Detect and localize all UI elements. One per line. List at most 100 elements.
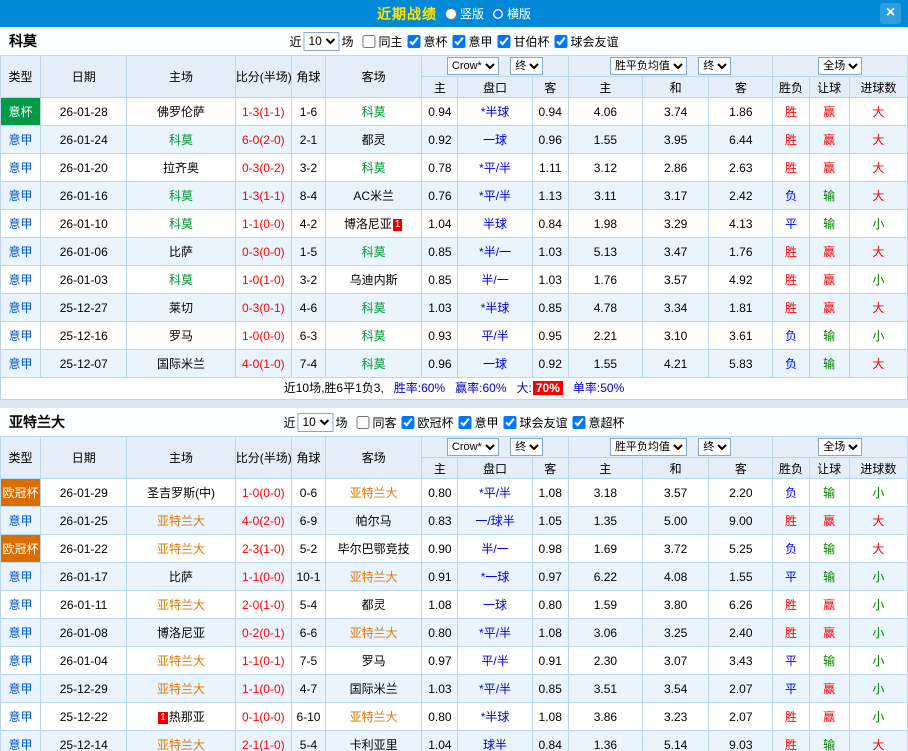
- atalanta-section: 亚特兰大 近 10 场 同客 欧冠杯 意甲 球会友谊 意超杯 类型 日期 主场 比分(半…: [0, 408, 908, 751]
- corners: 6-6: [290, 618, 327, 647]
- filter-option[interactable]: 欧冠杯: [401, 414, 454, 431]
- filter-label: 欧冠杯: [417, 415, 454, 430]
- corners: 1-5: [290, 237, 327, 266]
- handicap-final-select[interactable]: 终: [510, 57, 544, 75]
- corners: 2-1: [290, 125, 327, 154]
- handicap-final-select[interactable]: 终: [510, 438, 544, 456]
- filter-checkbox[interactable]: [401, 415, 415, 429]
- corners: 5-4: [290, 730, 327, 751]
- filter-option[interactable]: 甘伯杯: [497, 33, 550, 50]
- match-row: 意甲 26-01-25 亚特兰大 4-0(2-0) 6-9 帕尔马 0.83 一/球半 1.05…: [0, 506, 908, 535]
- result-handicap: 输: [808, 321, 850, 350]
- away-handicap-odds: 1.03: [531, 237, 569, 266]
- euro-draw-odds: 3.74: [642, 97, 710, 126]
- euro-away-odds: 1.86: [708, 97, 774, 126]
- filter-option[interactable]: 意超杯: [572, 414, 625, 431]
- away-team: 亚特兰大: [325, 478, 423, 507]
- result-goals: 小: [848, 209, 908, 238]
- euro-home-odds: 1.36: [567, 730, 644, 751]
- corners: 0-6: [290, 478, 327, 507]
- score: 0-1(0-0): [234, 702, 292, 731]
- handicap-line: 平/半: [457, 321, 533, 350]
- filter-option[interactable]: 同客: [356, 414, 396, 431]
- home-handicap-odds: 0.90: [421, 534, 459, 563]
- filter-checkbox[interactable]: [497, 34, 511, 48]
- euro-draw-odds: 3.34: [642, 293, 710, 322]
- fulltime-group: 全场: [772, 55, 908, 77]
- layout-option-vertical[interactable]: 竖版: [444, 5, 484, 22]
- euro-away-odds: 1.81: [708, 293, 774, 322]
- vertical-layout-radio[interactable]: [444, 7, 457, 20]
- avg-final-select[interactable]: 终: [698, 438, 732, 456]
- league-type: 意甲: [0, 181, 42, 210]
- filter-option[interactable]: 同主: [362, 33, 402, 50]
- score: 1-1(0-0): [234, 562, 292, 591]
- col-handicap: 盘口: [457, 457, 533, 479]
- horizontal-layout-radio[interactable]: [492, 7, 504, 20]
- euro-away-odds: 2.20: [708, 478, 774, 507]
- bookmaker-select[interactable]: Crow*: [446, 57, 499, 75]
- home-team: 国际米兰: [126, 349, 236, 378]
- result-handicap: 输: [808, 534, 850, 563]
- filter-checkbox[interactable]: [362, 34, 376, 48]
- filter-checkbox[interactable]: [503, 415, 517, 429]
- match-count-select[interactable]: 10: [297, 412, 334, 432]
- filter-option[interactable]: 意杯: [407, 33, 448, 50]
- bookmaker-select[interactable]: Crow*: [446, 438, 499, 456]
- match-date: 26-01-08: [40, 618, 128, 647]
- fulltime-scope-select[interactable]: 全场: [818, 57, 863, 75]
- filter-option[interactable]: 球会友谊: [503, 414, 568, 431]
- away-team: 亚特兰大: [325, 702, 423, 731]
- filter-option[interactable]: 意甲: [458, 414, 499, 431]
- col-away: 客场: [325, 436, 423, 479]
- filter-option[interactable]: 球会友谊: [554, 33, 619, 50]
- away-team: 科莫: [325, 97, 423, 126]
- filter-checkbox[interactable]: [572, 415, 586, 429]
- away-handicap-odds: 0.84: [531, 209, 569, 238]
- result-goals: 大: [848, 506, 908, 535]
- fulltime-scope-select[interactable]: 全场: [818, 438, 863, 456]
- away-team: 帕尔马: [325, 506, 423, 535]
- filter-option[interactable]: 意甲: [452, 33, 493, 50]
- match-date: 25-12-27: [40, 293, 128, 322]
- away-handicap-odds: 1.08: [531, 478, 569, 507]
- euro-draw-odds: 3.29: [642, 209, 710, 238]
- team-name: 科莫: [169, 189, 194, 203]
- home-handicap-odds: 0.80: [421, 618, 459, 647]
- handicap-line: 半/一: [457, 534, 533, 563]
- handicap-line: 一球: [457, 125, 533, 154]
- match-count-select[interactable]: 10: [303, 31, 340, 51]
- match-row: 意甲 25-12-29 亚特兰大 1-1(0-0) 4-7 国际米兰 1.03 *平/半 0.8…: [0, 674, 908, 703]
- red-card-badge: 1: [158, 712, 168, 724]
- filter-checkbox[interactable]: [458, 415, 472, 429]
- avg-odds-group: 胜平负均值 终: [567, 55, 774, 77]
- home-handicap-odds: 0.85: [421, 237, 459, 266]
- euro-draw-odds: 3.72: [642, 534, 710, 563]
- col-handicap-result: 让球: [808, 457, 850, 479]
- match-date: 26-01-28: [40, 97, 128, 126]
- close-icon[interactable]: ×: [880, 3, 901, 24]
- filter-checkbox[interactable]: [356, 415, 370, 429]
- avg-odds-select[interactable]: 胜平负均值: [609, 57, 687, 75]
- avg-final-select[interactable]: 终: [698, 57, 732, 75]
- avg-odds-select[interactable]: 胜平负均值: [609, 438, 687, 456]
- match-date: 26-01-29: [40, 478, 128, 507]
- away-team: 科莫: [325, 237, 423, 266]
- euro-draw-odds: 3.07: [642, 646, 710, 675]
- home-team: 科莫: [126, 125, 236, 154]
- match-row: 意甲 26-01-16 科莫 1-3(1-1) 8-4 AC米兰 0.76 *平/半 1.13 3…: [0, 181, 908, 210]
- euro-away-odds: 2.07: [708, 674, 774, 703]
- handicap-line: *半球: [457, 293, 533, 322]
- filter-checkbox[interactable]: [554, 34, 568, 48]
- away-handicap-odds: 1.11: [531, 153, 569, 182]
- col-euro-draw: 和: [642, 457, 710, 479]
- filter-checkbox[interactable]: [452, 34, 466, 48]
- match-row: 意甲 26-01-03 科莫 1-0(1-0) 3-2 乌迪内斯 0.85 半/一 1.03 1.…: [0, 265, 908, 294]
- team-name: 毕尔巴鄂竞技: [337, 542, 410, 556]
- layout-option-horizontal[interactable]: 横版: [492, 5, 531, 22]
- filter-checkbox[interactable]: [407, 34, 421, 48]
- home-team: 博洛尼亚: [126, 618, 236, 647]
- away-team: 国际米兰: [325, 674, 423, 703]
- handicap-line: *半/一: [457, 237, 533, 266]
- team-name: 罗马: [361, 654, 386, 668]
